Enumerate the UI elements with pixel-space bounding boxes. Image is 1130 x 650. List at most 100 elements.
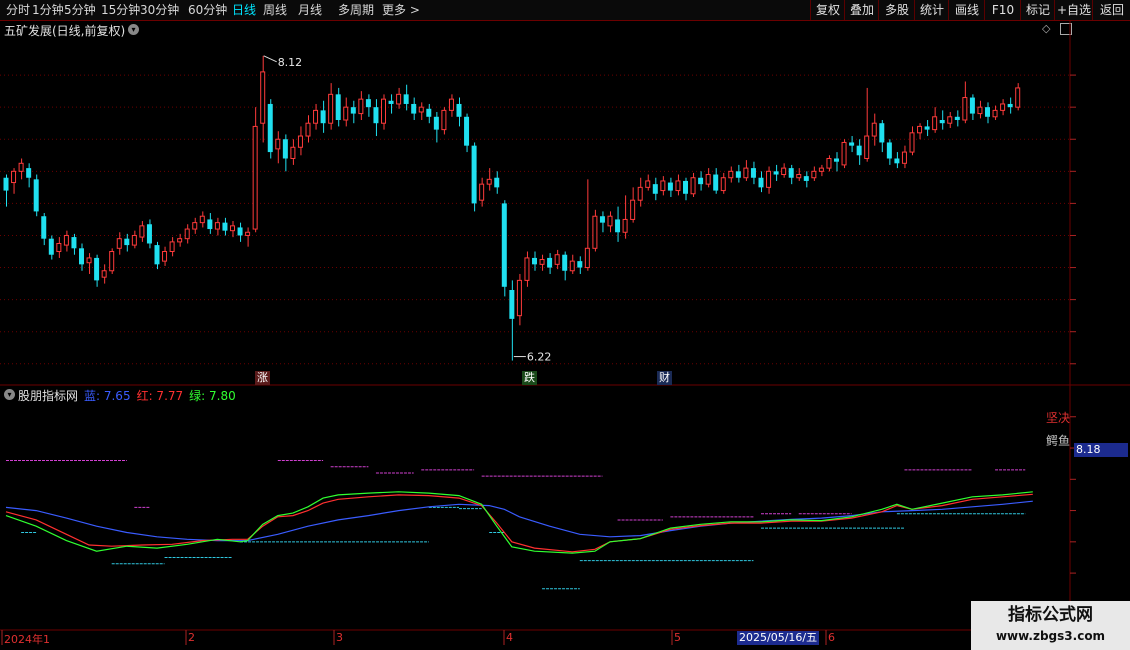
candle-body-117 — [886, 142, 892, 159]
candle-body-130 — [985, 107, 990, 117]
candle-body-68 — [516, 279, 522, 317]
candle-body-99 — [750, 168, 756, 178]
candle-body-36 — [275, 138, 281, 150]
candle-body-110 — [834, 158, 839, 162]
candle-body-73 — [554, 254, 560, 265]
candle-body-7 — [56, 242, 62, 253]
price-chart[interactable]: 8.12 6.22 — [0, 0, 1130, 650]
candle-body-38 — [290, 146, 296, 159]
candle-body-35 — [267, 103, 273, 153]
candle-body-125 — [947, 116, 953, 124]
candle-body-18 — [139, 225, 145, 238]
candle-body-109 — [826, 157, 832, 169]
candle-body-15 — [116, 238, 122, 249]
candle-body-102 — [773, 171, 779, 175]
candle-body-16 — [124, 238, 130, 246]
candle-body-9 — [71, 237, 77, 249]
candle-body-31 — [237, 227, 243, 236]
candle-body-23 — [177, 238, 183, 243]
candle-body-54 — [411, 103, 417, 114]
candle-body-106 — [803, 176, 809, 181]
candle-body-1 — [11, 170, 17, 184]
candle-body-118 — [894, 158, 900, 164]
candle-body-134 — [1015, 87, 1021, 108]
candle-body-81 — [615, 219, 621, 233]
candle-body-47 — [358, 98, 364, 115]
candle-body-66 — [501, 203, 507, 287]
candle-body-115 — [871, 122, 877, 137]
watermark-url: www.zbgs3.com — [995, 629, 1106, 643]
candle-body-113 — [856, 145, 862, 156]
candle-body-101 — [766, 170, 772, 188]
candle-body-108 — [818, 167, 824, 172]
candle-body-52 — [396, 93, 402, 105]
candle-body-76 — [577, 261, 583, 268]
candle-body-123 — [932, 116, 938, 131]
candle-body-132 — [1000, 103, 1006, 111]
watermark-logo: 指标公式网 www.zbgs3.com — [971, 601, 1130, 650]
high-price-label: 8.12 — [278, 56, 303, 69]
finance-marker[interactable]: 财 — [657, 371, 672, 385]
candle-body-93 — [705, 174, 711, 185]
candle-body-29 — [222, 222, 228, 231]
candle-body-79 — [599, 216, 605, 223]
candle-body-89 — [675, 180, 681, 192]
candle-body-61 — [464, 116, 470, 146]
candle-body-96 — [728, 170, 734, 179]
indicator-line-red — [5, 493, 1033, 553]
candle-body-119 — [901, 151, 907, 164]
candle-body-20 — [154, 245, 160, 265]
candle-body-17 — [131, 234, 137, 246]
candle-body-44 — [335, 94, 341, 120]
candle-body-0 — [3, 177, 9, 191]
candle-body-65 — [494, 177, 500, 188]
candle-body-64 — [486, 178, 492, 185]
candle-body-27 — [207, 219, 213, 230]
candle-body-112 — [849, 142, 855, 146]
candle-body-34 — [260, 71, 266, 124]
up-marker[interactable]: 涨 — [255, 371, 270, 385]
watermark-title: 指标公式网 — [1008, 605, 1093, 625]
candle-body-6 — [48, 238, 54, 255]
dash-group — [6, 460, 1026, 590]
current-value-badge: 8.18 — [1074, 443, 1128, 457]
candle-body-90 — [683, 180, 688, 194]
candle-body-77 — [584, 247, 590, 269]
down-marker[interactable]: 跌 — [522, 371, 537, 385]
candle-body-91 — [690, 177, 696, 195]
x-label-5: 6 — [828, 631, 835, 644]
candle-body-70 — [532, 257, 537, 265]
candle-body-56 — [426, 108, 432, 117]
candle-body-69 — [524, 257, 530, 281]
candle-body-24 — [184, 228, 190, 240]
candle-body-85 — [645, 180, 651, 188]
candle-body-33 — [252, 125, 258, 230]
candle-body-78 — [592, 215, 598, 249]
x-label-0: 2024年1 — [4, 633, 50, 646]
annotation-crocodile: 鳄鱼 — [1046, 434, 1071, 448]
candle-body-107 — [811, 170, 817, 179]
candle-body-80 — [607, 215, 613, 227]
candle-body-3 — [26, 168, 32, 178]
candle-body-127 — [962, 97, 968, 121]
indicator-menu-icon[interactable]: ▾ — [4, 389, 15, 400]
candle-body-126 — [954, 116, 960, 120]
candle-body-4 — [33, 179, 39, 212]
candle-body-57 — [433, 116, 439, 130]
candle-body-53 — [403, 94, 409, 104]
legend-item-0: 蓝: 7.65 — [84, 389, 131, 403]
x-label-2: 3 — [336, 631, 343, 644]
candle-body-37 — [282, 139, 288, 159]
candle-body-22 — [169, 241, 175, 253]
high-pointer — [263, 55, 277, 63]
candle-body-13 — [101, 270, 107, 278]
candle-body-49 — [373, 107, 379, 124]
candle-body-41 — [313, 109, 319, 124]
candle-body-103 — [781, 167, 787, 176]
candle-body-48 — [365, 99, 371, 108]
candle-body-105 — [796, 174, 802, 179]
candle-body-75 — [569, 260, 575, 272]
candle-body-2 — [18, 162, 24, 172]
candle-body-87 — [660, 180, 666, 192]
candle-body-5 — [41, 216, 47, 239]
